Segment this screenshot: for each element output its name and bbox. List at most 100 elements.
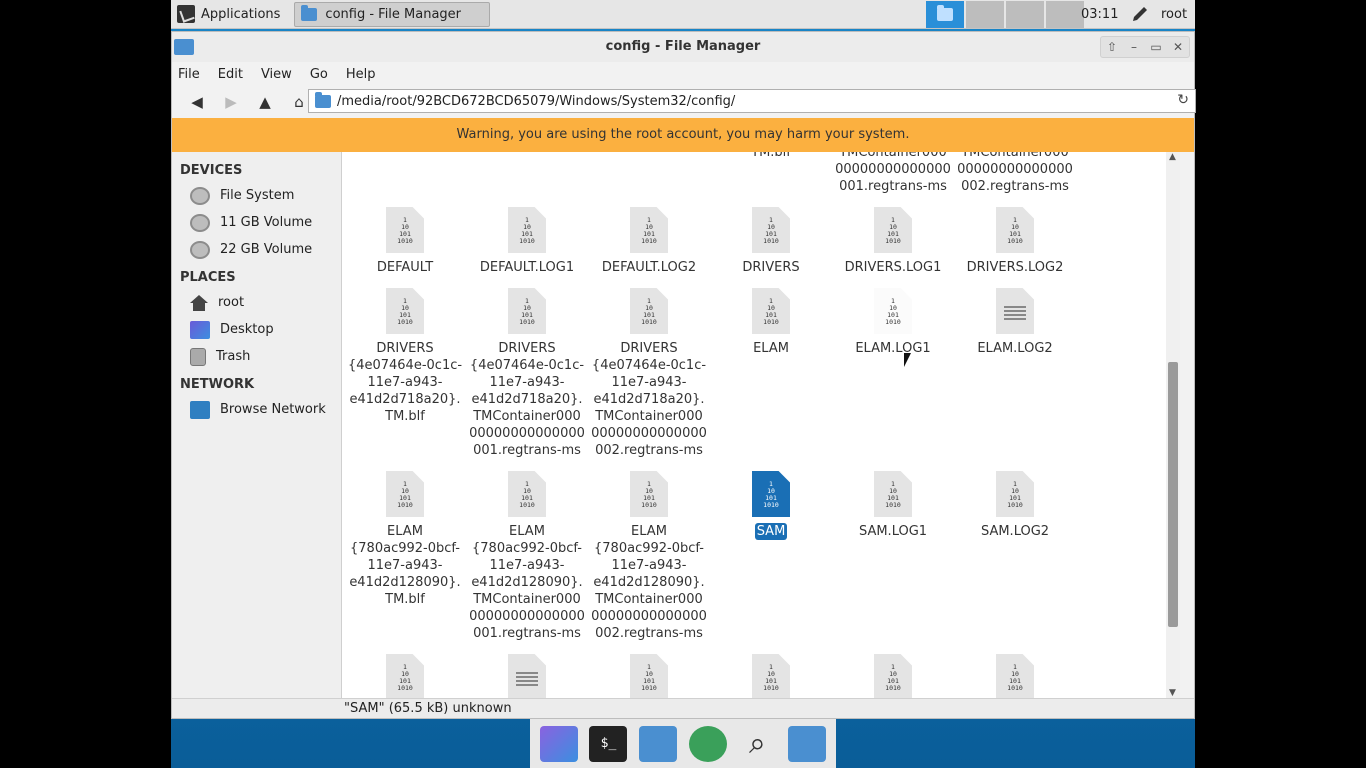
file-item[interactable]: TM.blf <box>711 152 831 161</box>
mouse-cursor <box>904 353 911 367</box>
workspace-1[interactable] <box>926 1 964 28</box>
file-name: SAM <box>754 523 788 540</box>
file-item[interactable]: 1 10 101 1010 ELAM {780ac992-0bcf- 11e7-a… <box>589 471 709 642</box>
drive-icon <box>190 240 210 259</box>
location-bar[interactable]: /media/root/92BCD672BCD65079/Windows/Sys… <box>308 89 1196 113</box>
sidebar-item-root[interactable]: root <box>172 289 341 316</box>
binary-file-icon: 1 10 101 1010 <box>874 288 912 334</box>
sidebar-item-label: File System <box>220 188 295 203</box>
file-name: DRIVERS.LOG2 <box>966 260 1064 275</box>
web-browser-icon[interactable] <box>688 725 727 762</box>
file-item[interactable]: 1 10 101 1010 DRIVERS {4e07464e-0c1c- 11e… <box>345 288 465 425</box>
file-name: DRIVERS {4e07464e-0c1c- 11e7-a943- e41d2… <box>469 341 585 458</box>
forward-arrow-icon[interactable]: ▶ <box>214 88 248 116</box>
file-item[interactable]: 1 10 101 1010 ELAM <box>711 288 831 357</box>
file-item[interactable]: 1 10 101 1010 SAM <box>711 471 831 540</box>
file-item[interactable]: 1 10 101 1010 ELAM {780ac992-0bcf- 11e7-a… <box>467 471 587 642</box>
file-item[interactable]: 1 10 101 1010 <box>833 654 953 698</box>
desktop-icon <box>190 320 210 339</box>
binary-file-icon: 1 10 101 1010 <box>386 471 424 517</box>
binary-file-icon: 1 10 101 1010 <box>874 654 912 698</box>
file-item[interactable]: 1 10 101 1010 SAM.LOG1 <box>833 471 953 540</box>
file-item[interactable]: 1 10 101 1010 DRIVERS {4e07464e-0c1c- 11e… <box>467 288 587 459</box>
file-name: ELAM <box>753 341 789 356</box>
close-icon[interactable]: ✕ <box>1167 37 1189 57</box>
maximize-icon[interactable]: ▭ <box>1145 37 1167 57</box>
user-menu[interactable]: root <box>1161 0 1187 29</box>
file-item[interactable]: 1 10 101 1010 DRIVERS.LOG2 <box>955 207 1075 276</box>
text-file-icon <box>996 288 1034 334</box>
file-name: SAM.LOG1 <box>858 524 928 539</box>
menu-edit[interactable]: Edit <box>218 67 243 82</box>
up-arrow-icon[interactable]: ▲ <box>248 88 282 116</box>
scroll-down-icon[interactable]: ▼ <box>1169 688 1176 698</box>
workspace-switcher <box>926 1 1084 28</box>
file-item[interactable]: 1 10 101 1010 DEFAULT.LOG1 <box>467 207 587 276</box>
sidebar: DEVICES File System 11 GB Volume 22 GB V… <box>172 152 342 698</box>
workspace-4[interactable] <box>1046 1 1084 28</box>
file-view[interactable]: TM.blf TMContainer000 00000000000000 001… <box>342 152 1180 698</box>
toolbar: ◀ ▶ ▲ ⌂ /media/root/92BCD672BCD65079/Win… <box>172 86 1196 118</box>
shade-icon[interactable]: ⇧ <box>1101 37 1123 57</box>
show-desktop-icon[interactable] <box>539 725 578 762</box>
binary-file-icon: 1 10 101 1010 <box>508 207 546 253</box>
binary-file-icon: 1 10 101 1010 <box>996 471 1034 517</box>
folder-icon[interactable] <box>788 725 827 762</box>
scroll-up-icon[interactable]: ▲ <box>1169 152 1176 162</box>
title-bar[interactable]: config - File Manager ⇧ – ▭ ✕ <box>172 32 1194 62</box>
file-item[interactable]: 1 10 101 1010 SAM.LOG2 <box>955 471 1075 540</box>
binary-file-icon: 1 10 101 1010 <box>386 654 424 698</box>
xfce-logo-icon <box>177 5 195 23</box>
sidebar-item-label: root <box>218 295 245 310</box>
menu-file[interactable]: File <box>178 67 200 82</box>
file-item[interactable]: 1 10 101 1010 ELAM.LOG1 <box>833 288 953 357</box>
sidebar-heading-devices: DEVICES <box>180 163 243 178</box>
file-item[interactable]: 1 10 101 1010 DRIVERS <box>711 207 831 276</box>
file-item[interactable]: TMContainer000 00000000000000 002.regtra… <box>955 152 1075 195</box>
sidebar-item-browse-network[interactable]: Browse Network <box>172 396 341 423</box>
dock: $_ ⌕ <box>530 719 836 768</box>
binary-file-icon: 1 10 101 1010 <box>996 654 1034 698</box>
sidebar-item-22gb-volume[interactable]: 22 GB Volume <box>172 236 341 263</box>
file-item[interactable]: 1 10 101 1010 DEFAULT <box>345 207 465 276</box>
file-item[interactable]: 1 10 101 1010 DEFAULT.LOG2 <box>589 207 709 276</box>
sidebar-item-desktop[interactable]: Desktop <box>172 316 341 343</box>
sidebar-item-file-system[interactable]: File System <box>172 182 341 209</box>
sidebar-item-11gb-volume[interactable]: 11 GB Volume <box>172 209 341 236</box>
file-item[interactable] <box>467 654 587 698</box>
home-icon <box>190 294 208 311</box>
file-manager-icon[interactable] <box>639 725 678 762</box>
file-item[interactable]: 1 10 101 1010 <box>589 654 709 698</box>
file-item[interactable]: 1 10 101 1010 <box>345 654 465 698</box>
workspace-2[interactable] <box>966 1 1004 28</box>
file-item[interactable]: TMContainer000 00000000000000 001.regtra… <box>833 152 953 195</box>
sidebar-item-label: Browse Network <box>220 402 326 417</box>
workspace-3[interactable] <box>1006 1 1044 28</box>
file-item[interactable]: 1 10 101 1010 <box>955 654 1075 698</box>
binary-file-icon: 1 10 101 1010 <box>630 207 668 253</box>
taskbar-file-manager-button[interactable]: config - File Manager <box>294 1 491 27</box>
applications-menu-button[interactable]: Applications <box>171 0 286 29</box>
menu-view[interactable]: View <box>261 67 292 82</box>
file-item[interactable]: 1 10 101 1010 DRIVERS {4e07464e-0c1c- 11e… <box>589 288 709 459</box>
pen-icon[interactable] <box>1131 5 1149 23</box>
binary-file-icon: 1 10 101 1010 <box>508 471 546 517</box>
search-icon[interactable]: ⌕ <box>738 726 776 762</box>
binary-file-icon: 1 10 101 1010 <box>630 288 668 334</box>
scrollbar-thumb[interactable] <box>1168 362 1178 627</box>
menu-help[interactable]: Help <box>346 67 376 82</box>
menu-go[interactable]: Go <box>310 67 328 82</box>
sidebar-item-trash[interactable]: Trash <box>172 343 341 370</box>
vertical-scrollbar[interactable]: ▲ ▼ <box>1166 152 1180 698</box>
file-name: ELAM {780ac992-0bcf- 11e7-a943- e41d2d12… <box>349 524 461 607</box>
clock[interactable]: 03:11 <box>1081 0 1118 29</box>
terminal-icon[interactable]: $_ <box>589 725 628 762</box>
refresh-icon[interactable]: ↻ <box>1177 92 1189 108</box>
file-item[interactable]: 1 10 101 1010 DRIVERS.LOG1 <box>833 207 953 276</box>
minimize-icon[interactable]: – <box>1123 37 1145 57</box>
file-item[interactable]: ELAM.LOG2 <box>955 288 1075 357</box>
file-name: DRIVERS <box>742 260 800 275</box>
file-item[interactable]: 1 10 101 1010 ELAM {780ac992-0bcf- 11e7-a… <box>345 471 465 608</box>
file-item[interactable]: 1 10 101 1010 <box>711 654 831 698</box>
back-arrow-icon[interactable]: ◀ <box>180 88 214 116</box>
